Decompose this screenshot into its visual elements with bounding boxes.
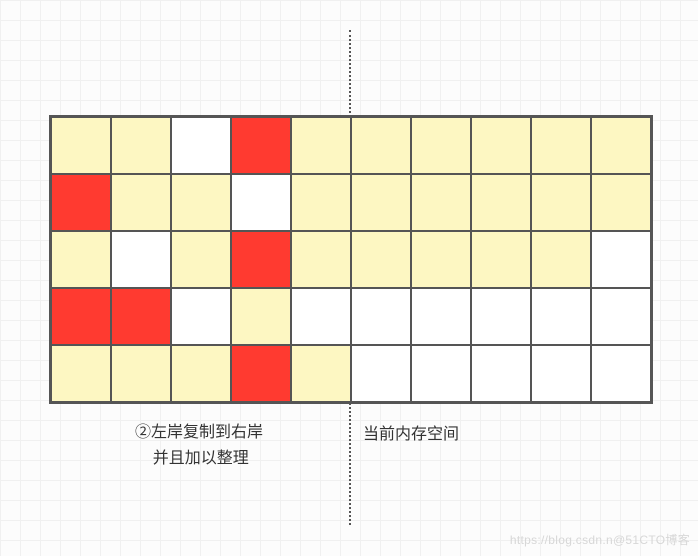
grid-cell [411, 288, 471, 345]
grid-cell [351, 345, 411, 402]
grid-cell [411, 231, 471, 288]
grid-cell [111, 231, 171, 288]
watermark: https://blog.csdn.n@51CTO博客 [510, 531, 690, 548]
caption-right: 当前内存空间 [363, 420, 459, 444]
grid-cell [51, 288, 111, 345]
grid-cell [411, 117, 471, 174]
grid-cell [51, 345, 111, 402]
grid-cell [231, 288, 291, 345]
grid-cell [471, 345, 531, 402]
grid-cell [471, 231, 531, 288]
grid-cell [591, 345, 651, 402]
grid-cell [111, 288, 171, 345]
grid-cell [171, 117, 231, 174]
grid-cell [591, 231, 651, 288]
caption-left-line1: ②左岸复制到右岸 [135, 420, 263, 446]
grid-cell [171, 231, 231, 288]
grid-cell [171, 288, 231, 345]
grid-cell [531, 174, 591, 231]
grid-cell [291, 231, 351, 288]
grid-cell [51, 231, 111, 288]
grid-cell [351, 117, 411, 174]
grid-cell [471, 174, 531, 231]
grid-cell [51, 174, 111, 231]
grid-cell [591, 288, 651, 345]
grid-cell [531, 345, 591, 402]
grid-cell [291, 117, 351, 174]
grid-cell [351, 174, 411, 231]
grid-cell [51, 117, 111, 174]
grid-cell [411, 345, 471, 402]
grid-cell [591, 117, 651, 174]
grid-cell [231, 117, 291, 174]
grid-cell [231, 231, 291, 288]
grid-cell [351, 288, 411, 345]
grid-cell [471, 117, 531, 174]
grid-cell [291, 345, 351, 402]
grid-cell [591, 174, 651, 231]
memory-grid [49, 115, 653, 404]
grid-cell [531, 117, 591, 174]
grid-cell [531, 231, 591, 288]
caption-left-line2: 并且加以整理 [135, 446, 263, 472]
grid-cell [411, 174, 471, 231]
grid-cell [111, 345, 171, 402]
grid-cell [351, 231, 411, 288]
grid-cell [231, 174, 291, 231]
grid-cell [111, 174, 171, 231]
grid-cell [171, 345, 231, 402]
grid-cell [171, 174, 231, 231]
caption-left: ②左岸复制到右岸 并且加以整理 [135, 420, 263, 471]
grid-cell [291, 288, 351, 345]
grid-cell [531, 288, 591, 345]
grid-cell [471, 288, 531, 345]
grid-cell [231, 345, 291, 402]
grid-cell [111, 117, 171, 174]
grid-cell [291, 174, 351, 231]
